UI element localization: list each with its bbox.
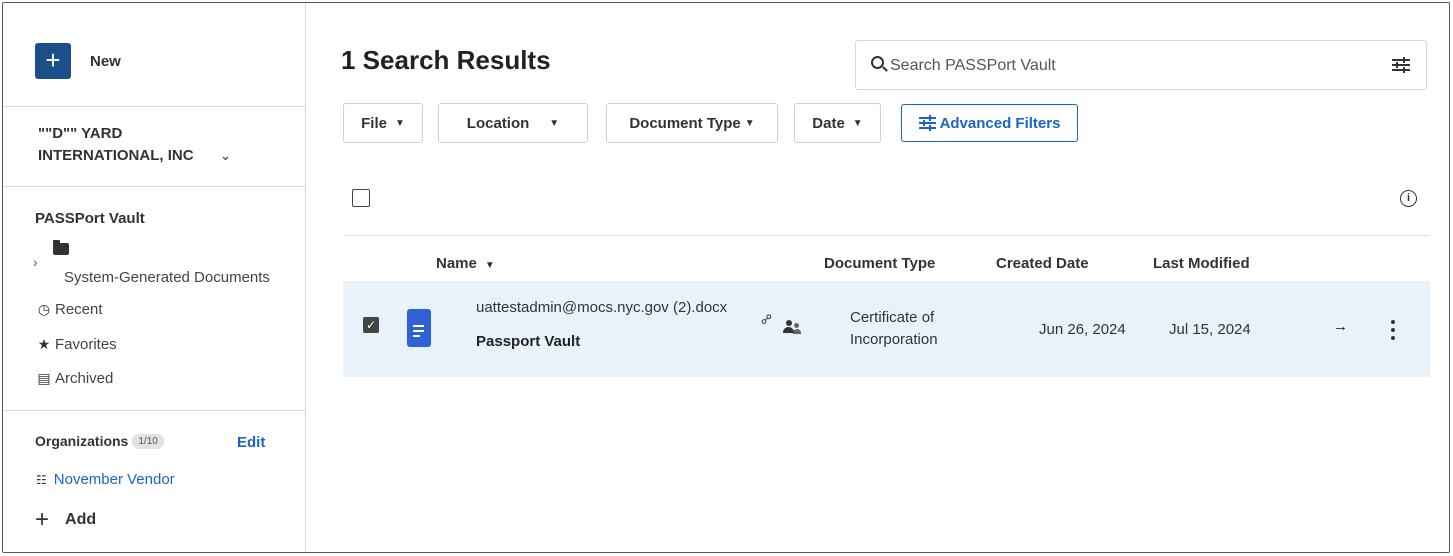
app-window: + New ""D"" YARD INTERNATIONAL, INC ⌄ PA…: [2, 2, 1450, 553]
link-icon[interactable]: ⚯: [757, 309, 777, 329]
organization-selector[interactable]: ""D"" YARD INTERNATIONAL, INC ⌄: [38, 123, 278, 167]
sidebar: + New ""D"" YARD INTERNATIONAL, INC ⌄ PA…: [3, 3, 306, 552]
folder-label[interactable]: System-Generated Documents: [64, 269, 270, 286]
document-icon: [407, 309, 431, 347]
arrow-right-icon[interactable]: →: [1333, 318, 1348, 335]
document-type-filter-label: Document Type: [629, 114, 741, 132]
caret-down-icon: ▼: [484, 260, 495, 271]
location-filter-label: Location: [466, 114, 530, 132]
chevron-down-icon[interactable]: ⌄: [220, 145, 231, 167]
tree-item-system-generated[interactable]: › System-Generated Documents: [33, 240, 293, 290]
info-icon[interactable]: i: [1400, 190, 1417, 207]
page-title: 1 Search Results: [341, 45, 551, 75]
divider: [3, 106, 306, 107]
star-icon: ★: [37, 336, 51, 352]
caret-down-icon: ▼: [549, 117, 560, 129]
divider: [3, 410, 306, 411]
nav-recent[interactable]: ◷ Recent: [36, 301, 103, 318]
column-header-document-type[interactable]: Document Type: [824, 255, 935, 272]
org-name-line1: ""D"" YARD: [38, 125, 123, 142]
archive-icon: ▤: [37, 370, 51, 386]
edit-organizations-link[interactable]: Edit: [237, 434, 265, 451]
document-name[interactable]: uattestadmin@mocs.nyc.gov (2).docx: [476, 299, 727, 316]
new-button-label[interactable]: New: [90, 53, 121, 70]
tune-icon: [918, 115, 936, 131]
organizations-count-badge: 1/10: [132, 433, 164, 449]
org-name-line2: INTERNATIONAL, INC: [38, 147, 194, 164]
chevron-right-icon[interactable]: ›: [33, 254, 38, 270]
table-row[interactable]: ✓ uattestadmin@mocs.nyc.gov (2).docx Pas…: [343, 281, 1430, 377]
nav-archived-label[interactable]: Archived: [55, 370, 113, 387]
caret-down-icon: ▼: [744, 117, 755, 129]
new-button[interactable]: +: [35, 43, 71, 79]
document-type-line2: Incorporation: [850, 331, 938, 348]
location-filter-button[interactable]: Location ▼: [438, 103, 588, 143]
folder-icon: [53, 240, 69, 255]
plus-icon: +: [35, 506, 50, 533]
nav-favorites-label[interactable]: Favorites: [55, 336, 117, 353]
org-tree-icon: ☷: [36, 472, 47, 487]
document-type-filter-button[interactable]: Document Type ▼: [606, 103, 778, 143]
file-filter-button[interactable]: File ▼: [343, 103, 423, 143]
add-organization-button[interactable]: + Add: [35, 508, 96, 532]
divider: [343, 235, 1430, 236]
document-type-cell: Certificate of Incorporation: [850, 307, 970, 351]
select-all-checkbox[interactable]: [352, 189, 370, 207]
caret-down-icon: ▼: [852, 117, 863, 129]
column-header-last-modified[interactable]: Last Modified: [1153, 255, 1250, 272]
clock-icon: ◷: [37, 301, 51, 317]
add-label[interactable]: Add: [65, 511, 96, 529]
search-box[interactable]: [855, 40, 1427, 90]
organizations-label: Organizations: [35, 433, 129, 449]
row-checkbox[interactable]: ✓: [363, 317, 379, 333]
more-vertical-icon[interactable]: [1391, 320, 1395, 340]
advanced-filters-button[interactable]: Advanced Filters: [901, 104, 1078, 142]
advanced-filters-label: Advanced Filters: [939, 114, 1061, 132]
column-header-created-date[interactable]: Created Date: [996, 255, 1089, 272]
search-input[interactable]: [890, 53, 1370, 79]
file-filter-label: File: [361, 114, 387, 132]
search-icon: [871, 56, 884, 69]
caret-down-icon: ▼: [394, 117, 405, 129]
new-button-row[interactable]: + New: [35, 43, 121, 79]
tune-icon[interactable]: [1392, 57, 1410, 73]
column-header-name-label: Name: [436, 255, 477, 272]
shared-users-icon[interactable]: [783, 319, 801, 335]
divider: [3, 186, 306, 187]
date-filter-button[interactable]: Date ▼: [794, 103, 881, 143]
nav-archived[interactable]: ▤ Archived: [36, 370, 113, 387]
organizations-header: Organizations 1/10: [35, 433, 164, 449]
vault-title: PASSPort Vault: [35, 210, 145, 227]
organization-link-label[interactable]: November Vendor: [54, 471, 175, 488]
nav-recent-label[interactable]: Recent: [55, 301, 103, 318]
organization-link[interactable]: ☷ November Vendor: [36, 471, 175, 488]
document-type-line1: Certificate of: [850, 309, 935, 326]
created-date-cell: Jun 26, 2024: [1039, 321, 1126, 338]
last-modified-cell: Jul 15, 2024: [1169, 321, 1251, 338]
date-filter-label: Date: [812, 114, 845, 132]
nav-favorites[interactable]: ★ Favorites: [36, 336, 117, 353]
document-location: Passport Vault: [476, 333, 581, 350]
plus-icon: +: [45, 45, 61, 75]
column-header-name[interactable]: Name ▼: [436, 255, 495, 272]
